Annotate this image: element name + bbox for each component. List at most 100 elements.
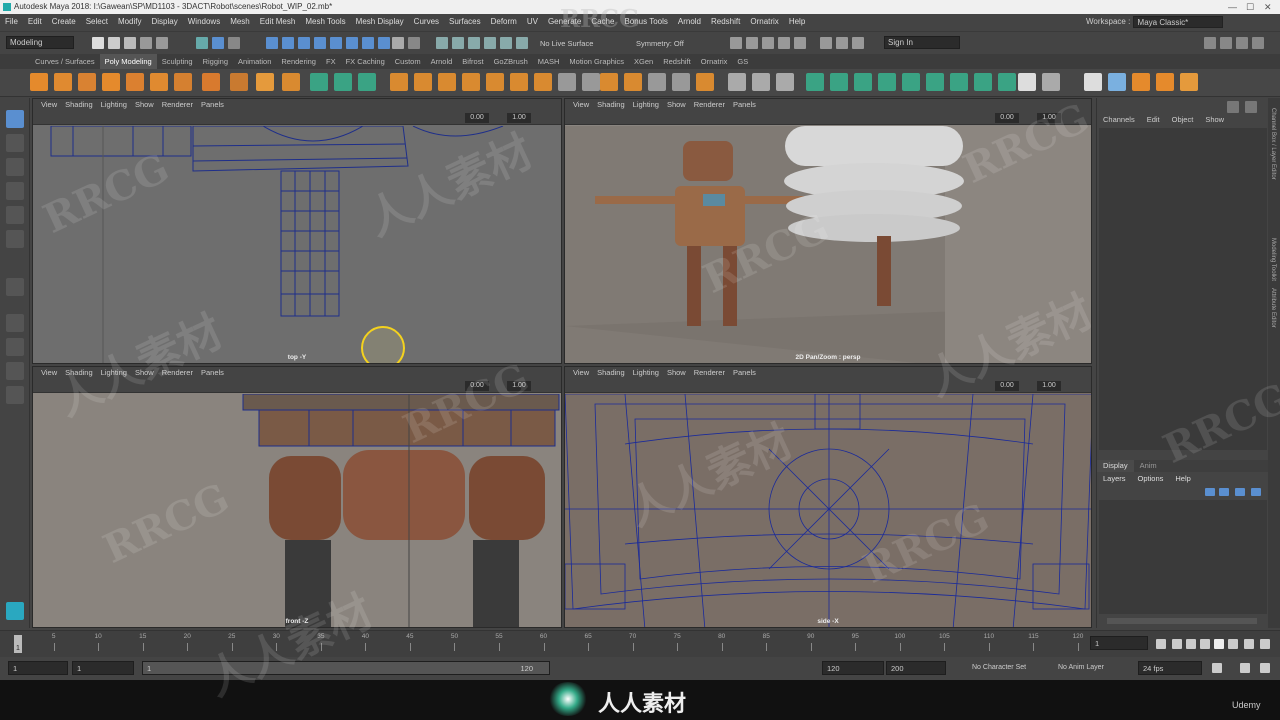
connect-icon[interactable]	[728, 73, 746, 91]
menu-modify[interactable]: Modify	[113, 14, 147, 30]
viewport-canvas[interactable]: front -Z	[33, 394, 561, 627]
poly-plane-icon[interactable]	[150, 73, 168, 91]
layer-new-icon[interactable]	[1205, 488, 1215, 496]
scale-tool-icon[interactable]	[6, 230, 24, 248]
anim-end-field[interactable]: 200	[886, 661, 946, 675]
play-forward-icon[interactable]	[1214, 639, 1224, 649]
mask-uv-icon[interactable]	[314, 37, 326, 49]
panel-menu-view[interactable]: View	[569, 99, 593, 111]
menu-arnold[interactable]: Arnold	[673, 14, 706, 30]
fill-icon[interactable]	[1084, 73, 1102, 91]
render-current-icon[interactable]	[746, 37, 758, 49]
loop-icon[interactable]	[1212, 663, 1222, 673]
layer-menu-help[interactable]: Help	[1169, 473, 1196, 485]
panel-menu-shading[interactable]: Shading	[61, 99, 97, 111]
preferences-icon[interactable]	[1240, 663, 1250, 673]
automatic-map-icon[interactable]	[902, 73, 920, 91]
layer-add-icon[interactable]	[1219, 488, 1229, 496]
character-set-label[interactable]: No Character Set	[972, 664, 1026, 671]
anim-layer-label[interactable]: No Anim Layer	[1058, 664, 1104, 671]
menu-edit-mesh[interactable]: Edit Mesh	[255, 14, 301, 30]
select-hierarchy-icon[interactable]	[196, 37, 208, 49]
poly-cylinder-icon[interactable]	[78, 73, 96, 91]
select-object-icon[interactable]	[212, 37, 224, 49]
menu-edit[interactable]: Edit	[23, 14, 47, 30]
target-weld-icon[interactable]	[696, 73, 714, 91]
mask-face-icon[interactable]	[298, 37, 310, 49]
fill-hole-icon[interactable]	[582, 73, 600, 91]
play-back-icon[interactable]	[1200, 639, 1210, 649]
shelf-tab-animation[interactable]: Animation	[233, 54, 276, 69]
snap-point-icon[interactable]	[468, 37, 480, 49]
key-icon[interactable]	[1260, 663, 1270, 673]
channel-tab-edit[interactable]: Edit	[1141, 114, 1166, 126]
mask-deform-icon[interactable]	[362, 37, 374, 49]
shelf-tab-poly-modeling[interactable]: Poly Modeling	[99, 54, 157, 69]
maximize-button[interactable]: ☐	[1246, 0, 1254, 14]
shelf-tab-motion-graphics[interactable]: Motion Graphics	[564, 54, 629, 69]
mask-dynamics-icon[interactable]	[378, 37, 390, 49]
menu-surfaces[interactable]: Surfaces	[444, 14, 486, 30]
highlight-icon[interactable]	[408, 37, 420, 49]
panel-menu-renderer[interactable]: Renderer	[690, 367, 729, 379]
symmetry-label[interactable]: Symmetry: Off	[636, 39, 684, 48]
channel-tab-channels[interactable]: Channels	[1097, 114, 1141, 126]
four-view-icon[interactable]	[6, 338, 24, 356]
arnold-render-icon[interactable]	[820, 37, 832, 49]
fps-dropdown[interactable]: 24 fps	[1138, 661, 1202, 675]
shelf-tab-mash[interactable]: MASH	[533, 54, 565, 69]
panel-menu-show[interactable]: Show	[663, 367, 690, 379]
gamma-field[interactable]: 1.00	[1037, 113, 1061, 123]
gamma-field[interactable]: 1.00	[507, 113, 531, 123]
menu-help[interactable]: Help	[784, 14, 810, 30]
separate-icon[interactable]	[334, 73, 352, 91]
panel-menu-view[interactable]: View	[37, 99, 61, 111]
redo-icon[interactable]	[156, 37, 168, 49]
menu-bonus-tools[interactable]: Bonus Tools	[619, 14, 672, 30]
shelf-tab-redshift[interactable]: Redshift	[658, 54, 696, 69]
go-to-end-icon[interactable]	[1260, 639, 1270, 649]
poly-cone-icon[interactable]	[102, 73, 120, 91]
menu-mesh-tools[interactable]: Mesh Tools	[300, 14, 350, 30]
cut-uv-icon[interactable]	[998, 73, 1016, 91]
platonic-solid-icon[interactable]	[202, 73, 220, 91]
gamma-field[interactable]: 1.00	[507, 381, 531, 391]
shapes-icon[interactable]	[1180, 73, 1198, 91]
shelf-tab-bifrost[interactable]: Bifrost	[457, 54, 488, 69]
render-view-icon[interactable]	[730, 37, 742, 49]
step-back-key-icon[interactable]	[1172, 639, 1182, 649]
spherical-map-icon[interactable]	[878, 73, 896, 91]
side-tab-channel-box[interactable]: Channel Box / Layer Editor	[1270, 108, 1276, 180]
viewport-persp[interactable]: View Shading Lighting Show Renderer Panels 0.…	[564, 98, 1092, 364]
sign-in-dropdown[interactable]: Sign In	[884, 36, 960, 49]
shelf-tab-gozbrush[interactable]: GoZBrush	[489, 54, 533, 69]
combine-icon[interactable]	[310, 73, 328, 91]
poly-type-icon[interactable]	[256, 73, 274, 91]
smooth-icon[interactable]	[358, 73, 376, 91]
shelf-tab-xgen[interactable]: XGen	[629, 54, 658, 69]
mask-surface-icon[interactable]	[346, 37, 358, 49]
move-tool-icon[interactable]	[6, 182, 24, 200]
snap-grid-icon[interactable]	[436, 37, 448, 49]
merge-icon[interactable]	[624, 73, 642, 91]
layer-tab-anim[interactable]: Anim	[1134, 460, 1163, 472]
end-time-field[interactable]: 120	[822, 661, 884, 675]
grid-icon[interactable]	[1042, 73, 1060, 91]
menu-display[interactable]: Display	[147, 14, 183, 30]
side-tab-attribute-editor[interactable]: Attribute Editor	[1270, 288, 1276, 328]
bridge-icon[interactable]	[510, 73, 528, 91]
rotate-tool-icon[interactable]	[6, 206, 24, 224]
layer-scrollbar[interactable]	[1107, 618, 1257, 624]
shelf-tab-curves-surfaces[interactable]: Curves / Surfaces	[30, 54, 100, 69]
step-back-frame-icon[interactable]	[1186, 639, 1196, 649]
menu-mesh-display[interactable]: Mesh Display	[351, 14, 409, 30]
pause-icon[interactable]	[836, 37, 848, 49]
multi-cut-icon[interactable]	[672, 73, 690, 91]
shelf-tab-arnold[interactable]: Arnold	[426, 54, 458, 69]
panel-menu-panels[interactable]: Panels	[197, 367, 228, 379]
layer-move-down-icon[interactable]	[1251, 488, 1261, 496]
gamma-field[interactable]: 1.00	[1037, 381, 1061, 391]
new-scene-icon[interactable]	[92, 37, 104, 49]
menu-windows[interactable]: Windows	[183, 14, 225, 30]
viewport-side[interactable]: View Shading Lighting Show Renderer Panels 0.…	[564, 366, 1092, 628]
